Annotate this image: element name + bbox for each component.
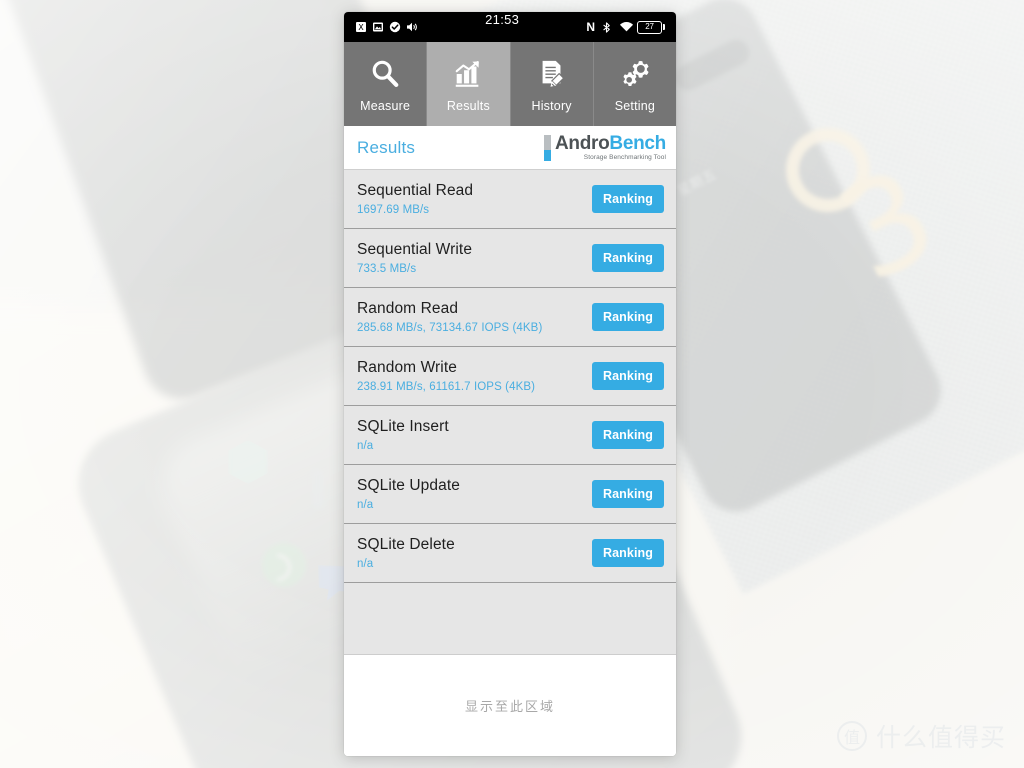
battery-icon: 27 — [637, 20, 665, 34]
logo-bench: Bench — [609, 132, 666, 154]
row-text: Random Write 238.91 MB/s, 61161.7 IOPS (… — [357, 359, 535, 393]
check-circle-icon — [389, 21, 401, 33]
logo-text: AndroBench Storage Benchmarking Tool — [555, 134, 666, 162]
row-value: 285.68 MB/s, 73134.67 IOPS (4KB) — [357, 322, 543, 334]
row-text: SQLite Delete n/a — [357, 536, 455, 570]
row-title: SQLite Update — [357, 477, 460, 494]
phone-screenshot-panel: X 21:53 N 27 Measure Results History Set… — [344, 12, 676, 756]
logo-tagline: Storage Benchmarking Tool — [583, 153, 666, 161]
ranking-button[interactable]: Ranking — [591, 244, 664, 272]
row-title: Random Write — [357, 359, 457, 376]
bluetooth-icon — [601, 21, 613, 33]
results-content: Sequential Read 1697.69 MB/s Ranking Seq… — [344, 170, 676, 756]
logo-mark-icon — [543, 134, 551, 161]
tab-results[interactable]: Results — [427, 42, 511, 126]
row-title: Random Read — [357, 300, 459, 317]
row-value: 238.91 MB/s, 61161.7 IOPS (4KB) — [357, 381, 536, 393]
tab-setting-label: Setting — [614, 98, 656, 113]
excel-file-icon: X — [355, 21, 367, 33]
tab-results-label: Results — [446, 98, 490, 113]
androbench-logo: AndroBench Storage Benchmarking Tool — [543, 134, 666, 162]
tab-measure[interactable]: Measure — [344, 42, 428, 126]
row-value: n/a — [357, 440, 374, 452]
table-row[interactable]: SQLite Insert n/a Ranking — [344, 406, 676, 465]
results-header: Results AndroBench Storage Benchmarking … — [344, 126, 676, 170]
document-pencil-icon — [536, 56, 568, 92]
magnifier-icon — [369, 56, 401, 92]
tab-history[interactable]: History — [510, 42, 594, 126]
status-bar-clock: 21:53 — [485, 12, 520, 27]
row-value: 733.5 MB/s — [357, 263, 417, 275]
table-row[interactable]: Random Read 285.68 MB/s, 73134.67 IOPS (… — [344, 288, 676, 347]
ranking-button[interactable]: Ranking — [591, 480, 664, 508]
svg-text:X: X — [358, 23, 364, 32]
row-text: Sequential Read 1697.69 MB/s — [357, 182, 473, 216]
ad-placeholder-area[interactable]: 显示至此区域 — [344, 655, 676, 756]
battery-cap — [663, 24, 665, 30]
table-row[interactable]: SQLite Update n/a Ranking — [344, 465, 676, 524]
row-value: n/a — [357, 499, 374, 511]
row-value: 1697.69 MB/s — [357, 204, 430, 216]
table-row[interactable]: SQLite Delete n/a Ranking — [344, 524, 676, 583]
row-title: Sequential Write — [357, 241, 473, 258]
status-bar-center: 21:53 — [418, 12, 586, 42]
row-text: Sequential Write 733.5 MB/s — [357, 241, 472, 275]
row-value: n/a — [357, 558, 374, 570]
battery-percent-label: 27 — [637, 20, 662, 34]
row-title: Sequential Read — [357, 182, 474, 199]
bar-chart-icon — [452, 56, 484, 92]
tab-measure-label: Measure — [360, 98, 411, 113]
status-bar-right-icons: N 27 — [586, 20, 665, 34]
row-title: SQLite Delete — [357, 536, 455, 553]
volume-icon — [406, 21, 418, 33]
screenshot-canvas: 7日 星期五 3 X — [0, 0, 1024, 768]
tab-setting[interactable]: Setting — [593, 42, 676, 126]
ranking-button[interactable]: Ranking — [591, 303, 664, 331]
table-row[interactable]: Random Write 238.91 MB/s, 61161.7 IOPS (… — [344, 347, 676, 406]
photo-file-icon — [372, 21, 384, 33]
ad-placeholder-text: 显示至此区域 — [464, 700, 555, 715]
row-title: SQLite Insert — [357, 418, 449, 435]
wifi-icon — [619, 21, 634, 33]
row-text: SQLite Insert n/a — [357, 418, 449, 452]
table-row[interactable]: Sequential Write 733.5 MB/s Ranking — [344, 229, 676, 288]
status-bar: X 21:53 N 27 — [344, 12, 676, 42]
gears-icon — [619, 56, 651, 92]
status-bar-left-icons: X — [355, 21, 418, 33]
logo-wordmark: AndroBench — [555, 134, 666, 153]
row-text: SQLite Update n/a — [357, 477, 460, 511]
row-text: Random Read 285.68 MB/s, 73134.67 IOPS (… — [357, 300, 542, 334]
ranking-button[interactable]: Ranking — [591, 185, 664, 213]
main-tab-bar: Measure Results History Setting — [344, 42, 676, 126]
table-row[interactable]: Sequential Read 1697.69 MB/s Ranking — [344, 170, 676, 229]
tab-history-label: History — [531, 98, 572, 113]
logo-andro: Andro — [554, 132, 610, 154]
ranking-button[interactable]: Ranking — [591, 362, 664, 390]
results-list: Sequential Read 1697.69 MB/s Ranking Seq… — [344, 170, 676, 655]
ranking-button[interactable]: Ranking — [591, 421, 664, 449]
list-empty-space — [344, 583, 676, 654]
nfc-icon: N — [586, 20, 595, 34]
page-title: Results — [357, 137, 416, 157]
ranking-button[interactable]: Ranking — [591, 539, 664, 567]
